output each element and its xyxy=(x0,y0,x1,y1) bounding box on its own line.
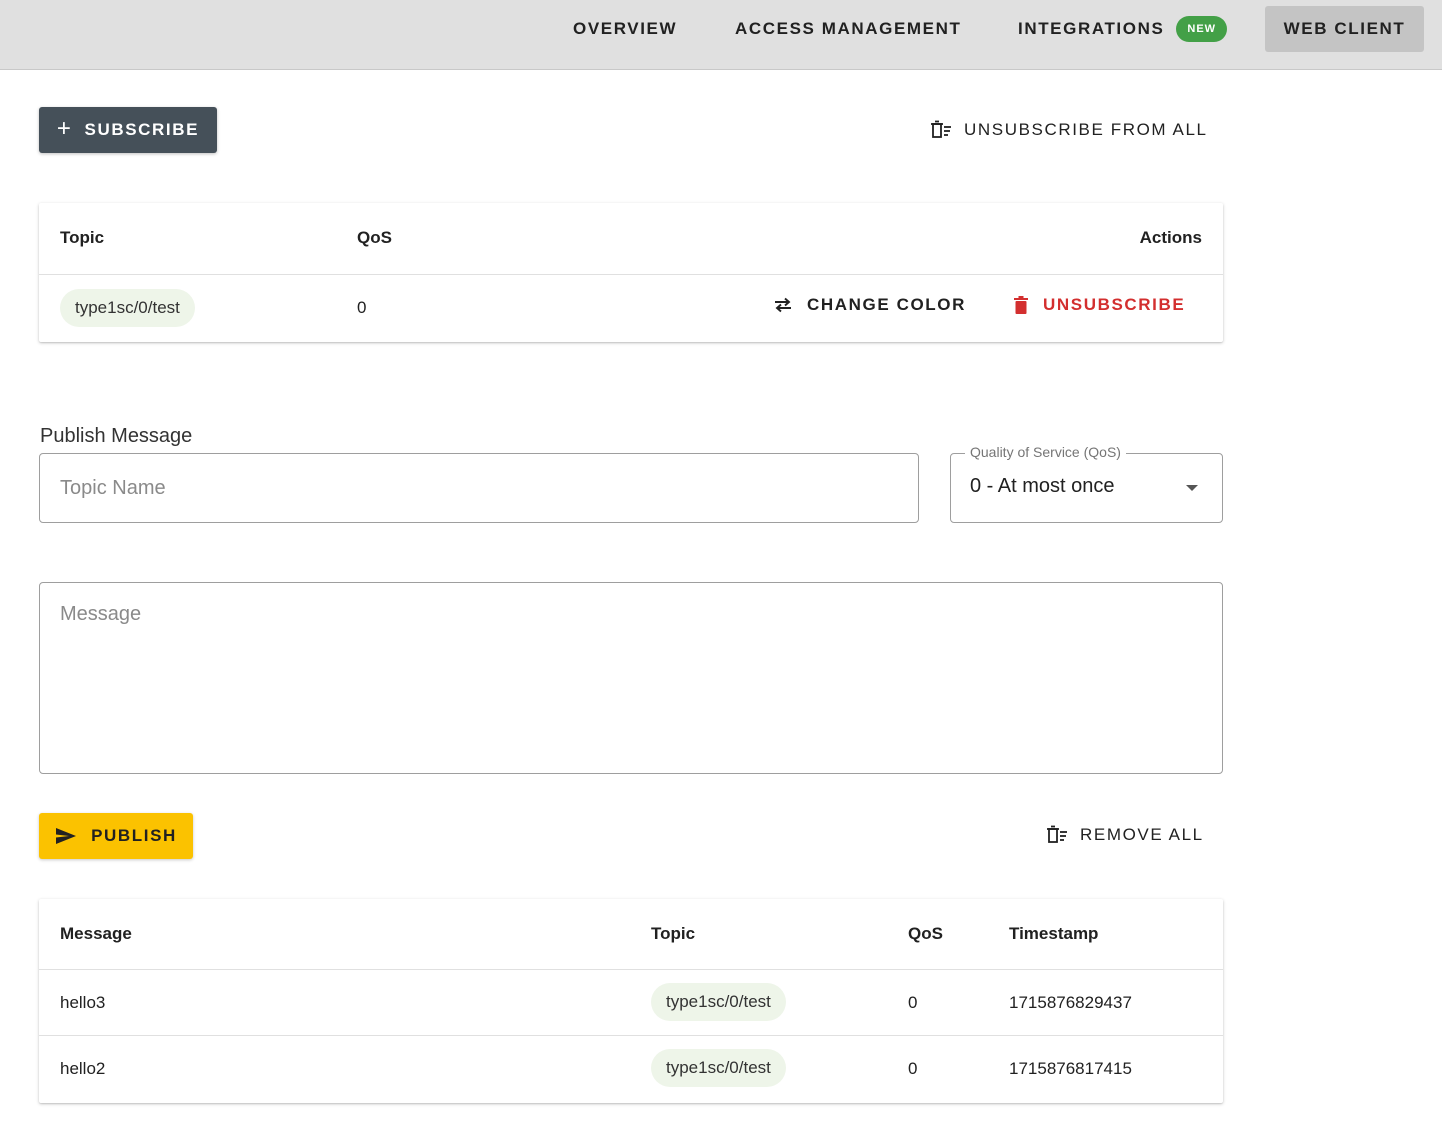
column-header-qos: QoS xyxy=(908,924,943,943)
subscribe-button[interactable]: + SUBSCRIBE xyxy=(39,107,217,153)
nav-tab-integrations-label: INTEGRATIONS xyxy=(1018,19,1165,38)
nav-tab-web-client[interactable]: WEB CLIENT xyxy=(1265,6,1424,52)
subscriptions-table: Topic QoS Actions type1sc/0/test 0 CHANG… xyxy=(39,203,1223,342)
nav-tab-access-management[interactable]: ACCESS MANAGEMENT xyxy=(735,0,962,58)
header-divider xyxy=(39,969,1223,970)
qos-value: 0 xyxy=(357,298,367,317)
publish-button[interactable]: PUBLISH xyxy=(39,813,193,859)
message-text: hello3 xyxy=(60,993,106,1012)
unsubscribe-label: UNSUBSCRIBE xyxy=(1043,295,1186,314)
qos-selected-value: 0 - At most once xyxy=(970,475,1115,497)
timestamp-value: 1715876817415 xyxy=(1009,1059,1132,1078)
row-divider xyxy=(39,1035,1223,1036)
qos-value: 0 xyxy=(908,993,918,1012)
topic-name-input[interactable] xyxy=(60,454,900,522)
publish-message-heading: Publish Message xyxy=(40,425,193,447)
topic-chip: type1sc/0/test xyxy=(651,1049,786,1087)
nav-tab-integrations[interactable]: INTEGRATIONS NEW xyxy=(1018,0,1228,58)
column-header-topic: Topic xyxy=(651,924,696,943)
column-header-qos: QoS xyxy=(357,228,392,247)
top-nav-bar: OVERVIEW ACCESS MANAGEMENT INTEGRATIONS … xyxy=(0,0,1442,70)
topic-name-field[interactable] xyxy=(39,453,919,523)
clear-all-icon xyxy=(1047,825,1067,843)
change-color-button[interactable]: CHANGE COLOR xyxy=(773,295,966,315)
publish-button-label: PUBLISH xyxy=(91,826,177,845)
trash-icon xyxy=(1014,295,1028,314)
topic-chip: type1sc/0/test xyxy=(60,289,195,327)
nav-tab-overview[interactable]: OVERVIEW xyxy=(573,0,677,58)
message-text: hello2 xyxy=(60,1059,106,1078)
column-header-topic: Topic xyxy=(60,228,105,247)
new-badge: NEW xyxy=(1176,16,1228,42)
unsubscribe-button[interactable]: UNSUBSCRIBE xyxy=(1013,295,1185,315)
column-header-message: Message xyxy=(60,924,132,943)
subscribe-button-label: SUBSCRIBE xyxy=(84,120,200,139)
column-header-timestamp: Timestamp xyxy=(1009,924,1099,943)
swap-icon xyxy=(775,297,791,313)
timestamp-value: 1715876829437 xyxy=(1009,993,1132,1012)
plus-icon: + xyxy=(56,115,73,142)
remove-all-button[interactable]: REMOVE ALL xyxy=(1046,822,1204,848)
messages-table: Message Topic QoS Timestamp hello3 type1… xyxy=(39,899,1223,1103)
unsubscribe-from-all-button[interactable]: UNSUBSCRIBE FROM ALL xyxy=(930,117,1208,143)
qos-select[interactable]: Quality of Service (QoS) 0 - At most onc… xyxy=(950,444,1223,523)
send-icon xyxy=(56,828,77,844)
header-divider xyxy=(39,274,1223,275)
message-field[interactable] xyxy=(39,582,1223,774)
qos-select-label: Quality of Service (QoS) xyxy=(965,444,1126,460)
clear-all-icon xyxy=(931,120,951,138)
message-textarea[interactable] xyxy=(60,603,1200,758)
topic-chip: type1sc/0/test xyxy=(651,983,786,1021)
remove-all-label: REMOVE ALL xyxy=(1080,825,1204,844)
dropdown-caret-icon xyxy=(1186,485,1198,491)
column-header-actions: Actions xyxy=(1139,228,1202,247)
unsubscribe-from-all-label: UNSUBSCRIBE FROM ALL xyxy=(964,120,1208,139)
change-color-label: CHANGE COLOR xyxy=(807,295,966,314)
qos-value: 0 xyxy=(908,1059,918,1078)
